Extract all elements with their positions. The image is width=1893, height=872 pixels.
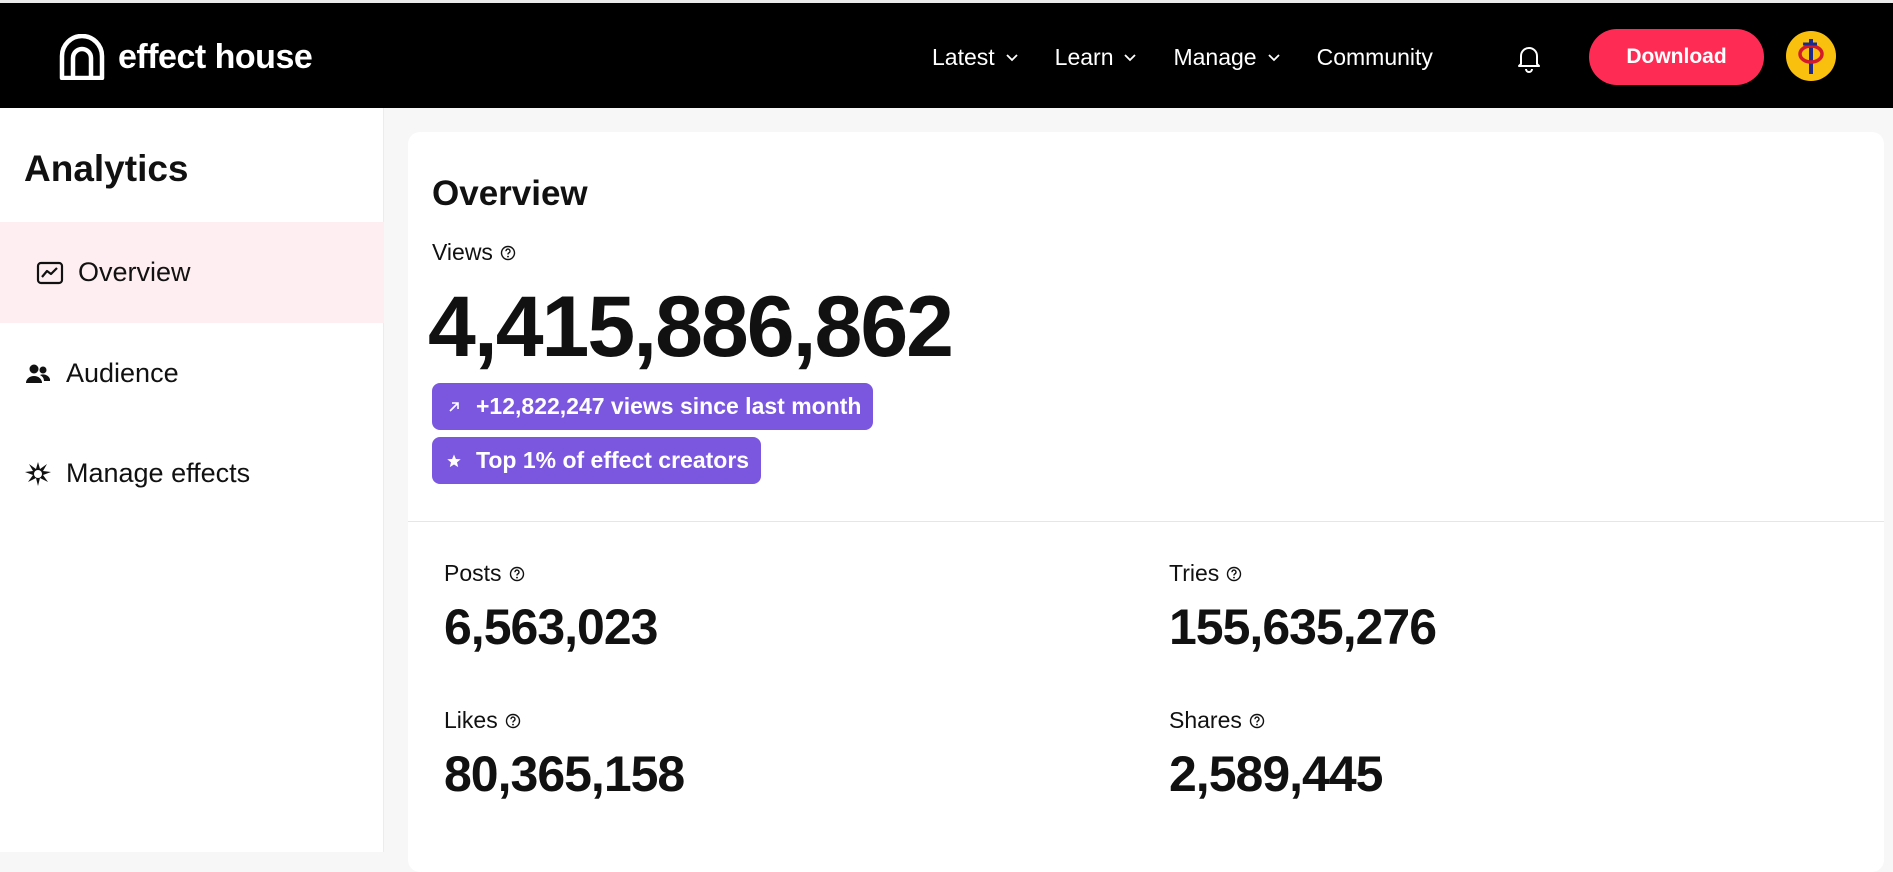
stat-value: 6,563,023	[444, 599, 658, 655]
arrow-up-right-icon	[449, 401, 459, 412]
sidebar-item-audience[interactable]: Audience	[0, 323, 384, 424]
avatar[interactable]	[1786, 31, 1836, 81]
main-nav: Latest Learn Manage Community	[932, 39, 1469, 75]
nav-latest-label: Latest	[932, 43, 995, 70]
nav-community[interactable]: Community	[1317, 39, 1433, 75]
chevron-down-icon	[1124, 54, 1137, 62]
nav-latest[interactable]: Latest	[932, 39, 1019, 75]
stat-label-text: Shares	[1169, 707, 1242, 733]
nav-learn-label: Learn	[1054, 43, 1114, 70]
effect-house-logo[interactable]: effect house	[58, 34, 313, 80]
logo-text: effect house	[118, 38, 313, 76]
top-creator-badge: Top 1% of effect creators	[432, 437, 762, 484]
help-icon[interactable]	[500, 245, 516, 261]
bell-icon[interactable]	[1515, 43, 1543, 73]
download-button[interactable]: Download	[1589, 29, 1764, 85]
sidebar-item-label: Manage effects	[66, 458, 251, 488]
stat-label: Shares	[1169, 707, 1382, 734]
help-icon[interactable]	[505, 713, 521, 729]
nav-community-label: Community	[1316, 43, 1433, 70]
sidebar-item-overview[interactable]: Overview	[0, 222, 384, 323]
sidebar-item-manage-effects[interactable]: Manage effects	[0, 423, 384, 524]
views-label: Views	[432, 239, 516, 266]
stat-label-text: Tries	[1169, 560, 1220, 586]
views-label-text: Views	[432, 239, 493, 265]
stat-value: 2,589,445	[1169, 746, 1383, 802]
stat-label: Posts	[444, 560, 657, 587]
stat-label-text: Likes	[444, 707, 498, 733]
views-growth-badge: +12,822,247 views since last month	[432, 383, 874, 430]
top-navbar: effect house Latest Learn Manage Communi…	[0, 3, 1893, 108]
sidebar: Analytics Overview Audience Manage effec…	[0, 108, 384, 852]
nav-manage-label: Manage	[1173, 43, 1257, 70]
stat-likes: Likes 80,365,158	[444, 707, 685, 802]
sidebar-item-label: Audience	[66, 358, 179, 388]
page-title: Overview	[432, 174, 588, 213]
badge-text: +12,822,247 views since last month	[476, 393, 862, 419]
logo-arch-icon	[59, 34, 105, 80]
overview-card: Overview Views 4,415,886,862 +12,822,247…	[408, 132, 1884, 872]
stat-posts: Posts 6,563,023	[444, 560, 658, 655]
sidebar-item-label: Overview	[78, 257, 191, 287]
stat-shares: Shares 2,589,445	[1169, 707, 1383, 802]
sidebar-title: Analytics	[24, 148, 189, 189]
chevron-down-icon	[1267, 54, 1280, 62]
badge-text: Top 1% of effect creators	[476, 447, 750, 473]
stat-label-text: Posts	[444, 560, 502, 586]
help-icon[interactable]	[509, 566, 525, 582]
stat-value: 155,635,276	[1169, 599, 1437, 655]
avatar-glyph-icon	[1798, 39, 1824, 74]
divider	[408, 521, 1884, 522]
stat-label: Likes	[444, 707, 684, 734]
people-icon	[24, 360, 52, 388]
help-icon[interactable]	[1226, 566, 1242, 582]
stat-label: Tries	[1169, 560, 1436, 587]
help-icon[interactable]	[1249, 713, 1265, 729]
star-icon	[447, 454, 461, 467]
chevron-down-icon	[1006, 54, 1018, 62]
views-value: 4,415,886,862	[428, 279, 954, 375]
nav-learn[interactable]: Learn	[1055, 39, 1138, 75]
stat-tries: Tries 155,635,276	[1169, 560, 1437, 655]
nav-manage[interactable]: Manage	[1173, 39, 1280, 75]
chart-icon	[36, 259, 64, 287]
stat-value: 80,365,158	[444, 746, 685, 802]
effects-icon	[24, 460, 52, 488]
